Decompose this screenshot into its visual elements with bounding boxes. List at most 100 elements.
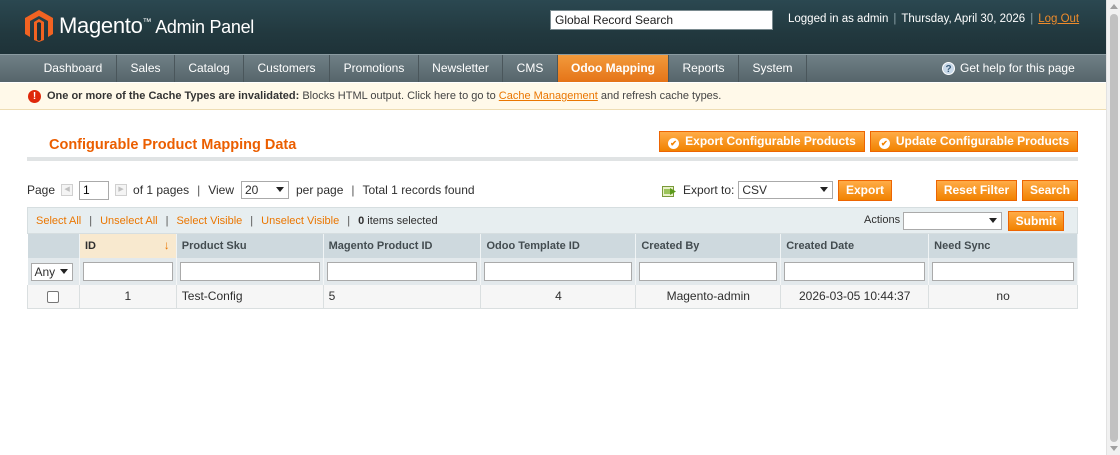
export-format-value: CSV	[742, 183, 768, 197]
column-header-created-date[interactable]: Created Date	[780, 234, 930, 258]
chevron-down-icon	[820, 187, 829, 192]
global-search-input[interactable]	[550, 10, 773, 30]
nav-item-system[interactable]: System	[739, 55, 807, 82]
column-header-odoo-template-id[interactable]: Odoo Template ID	[480, 234, 637, 258]
update-configurable-label: Update Configurable Products	[895, 134, 1070, 148]
column-header-created-by[interactable]: Created By	[635, 234, 782, 258]
vertical-scrollbar[interactable]	[1106, 0, 1120, 455]
title-divider	[27, 157, 1078, 161]
per-page-label: per page	[296, 183, 344, 197]
column-header-id[interactable]: ID ↓	[79, 234, 177, 258]
filter-cell	[928, 258, 1078, 285]
selected-label: items selected	[364, 215, 438, 227]
brand-text: Magento™ Admin Panel	[59, 13, 254, 39]
brand-tm: ™	[142, 16, 152, 27]
nav-item-catalog[interactable]: Catalog	[175, 55, 244, 82]
select-visible-link[interactable]: Select Visible	[176, 215, 242, 227]
separator: |	[197, 183, 201, 197]
check-icon: ✔	[878, 138, 890, 149]
scroll-thumb[interactable]	[1110, 14, 1118, 442]
need-sync-filter-input[interactable]	[932, 262, 1074, 281]
notice-text2: and refresh cache types.	[597, 90, 722, 102]
magento-id-filter-input[interactable]	[326, 262, 478, 281]
filter-cell: Any	[27, 258, 80, 285]
records-found: Total 1 records found	[362, 183, 475, 197]
check-icon: ✔	[668, 138, 680, 149]
column-header-product-sku[interactable]: Product Sku	[176, 234, 324, 258]
search-button[interactable]: Search	[1022, 180, 1078, 201]
export-format-select[interactable]: CSV	[738, 181, 834, 199]
nav-item-promotions[interactable]: Promotions	[330, 55, 419, 82]
prev-page-icon[interactable]: ◀	[61, 184, 74, 196]
export-configurable-button[interactable]: ✔ Export Configurable Products	[659, 131, 865, 152]
update-configurable-button[interactable]: ✔ Update Configurable Products	[870, 131, 1078, 152]
filter-cell	[323, 258, 482, 285]
created-by-filter-input[interactable]	[639, 262, 778, 281]
next-page-icon[interactable]: ▶	[115, 184, 128, 196]
filter-cell	[635, 258, 782, 285]
chevron-down-icon	[276, 187, 284, 192]
export-button[interactable]: Export	[838, 180, 892, 201]
created-date-filter-input[interactable]	[784, 262, 926, 281]
actions-select[interactable]	[903, 212, 1002, 230]
cache-management-link[interactable]: Cache Management	[499, 90, 598, 102]
reset-filter-button[interactable]: Reset Filter	[936, 180, 1017, 201]
table-row[interactable]: 1 Test-Config 5 4 Magento-admin 2026-03-…	[27, 285, 1078, 309]
row-checkbox-cell	[27, 285, 80, 309]
nav-item-sales[interactable]: Sales	[117, 55, 175, 82]
row-checkbox[interactable]	[47, 291, 60, 304]
page-title: Configurable Product Mapping Data	[49, 137, 297, 153]
export-icon	[662, 185, 676, 197]
filter-cell	[79, 258, 177, 285]
brand-name: Magento	[59, 13, 143, 38]
separator: |	[893, 13, 897, 25]
scroll-down-icon[interactable]	[1110, 446, 1118, 451]
massaction-bar: Select All | Unselect All | Select Visible | U…	[27, 207, 1078, 234]
main-nav: Dashboard Sales Catalog Customers Promot…	[0, 54, 1106, 82]
filter-cell	[176, 258, 324, 285]
sku-filter-input[interactable]	[179, 262, 320, 281]
nav-item-dashboard[interactable]: Dashboard	[30, 55, 117, 82]
per-page-value: 20	[245, 183, 259, 197]
separator: |	[250, 215, 254, 227]
column-label: ID	[84, 240, 96, 252]
cache-notice: ! One or more of the Cache Types are inv…	[0, 83, 1106, 110]
cell-id: 1	[78, 285, 177, 309]
id-filter-input[interactable]	[82, 262, 173, 281]
notice-text1: Blocks HTML output. Click here to go to	[299, 90, 499, 102]
separator: |	[1030, 13, 1034, 25]
actions-label: Actions	[864, 214, 901, 226]
nav-item-odoo-mapping[interactable]: Odoo Mapping	[558, 55, 669, 82]
nav-item-cms[interactable]: CMS	[503, 55, 558, 82]
logout-link[interactable]: Log Out	[1038, 13, 1079, 25]
help-link[interactable]: ? Get help for this page	[942, 55, 1075, 82]
massaction-filter-select[interactable]: Any	[30, 262, 73, 281]
page-input[interactable]	[79, 180, 110, 200]
odoo-template-filter-input[interactable]	[484, 262, 633, 281]
column-header-magento-product-id[interactable]: Magento Product ID	[323, 234, 482, 258]
cell-created-by: Magento-admin	[635, 285, 782, 309]
notice-bold: One or more of the Cache Types are inval…	[47, 90, 300, 102]
nav-item-customers[interactable]: Customers	[244, 55, 330, 82]
brand-sub: Admin Panel	[155, 17, 254, 37]
filter-cell	[780, 258, 930, 285]
help-text: Get help for this page	[960, 61, 1075, 75]
separator: |	[89, 215, 93, 227]
unselect-all-link[interactable]: Unselect All	[100, 215, 157, 227]
unselect-visible-link[interactable]: Unselect Visible	[261, 215, 339, 227]
per-page-select[interactable]: 20	[241, 181, 289, 199]
logged-in-text: Logged in as admin	[788, 13, 889, 25]
separator: |	[165, 215, 169, 227]
magento-logo[interactable]: Magento™ Admin Panel	[25, 10, 254, 42]
mapping-grid: ID ↓ Product Sku Magento Product ID Odoo …	[27, 234, 1078, 309]
cell-sku: Test-Config	[175, 285, 324, 309]
grid-header-row: ID ↓ Product Sku Magento Product ID Odoo …	[27, 234, 1078, 258]
export-to-label: Export to:	[683, 183, 735, 197]
select-all-link[interactable]: Select All	[36, 215, 81, 227]
nav-item-reports[interactable]: Reports	[669, 55, 739, 82]
nav-item-newsletter[interactable]: Newsletter	[419, 55, 503, 82]
scroll-up-icon[interactable]	[1110, 4, 1118, 9]
column-header-need-sync[interactable]: Need Sync	[928, 234, 1078, 258]
submit-button[interactable]: Submit	[1008, 211, 1064, 231]
export-configurable-label: Export Configurable Products	[685, 134, 856, 148]
